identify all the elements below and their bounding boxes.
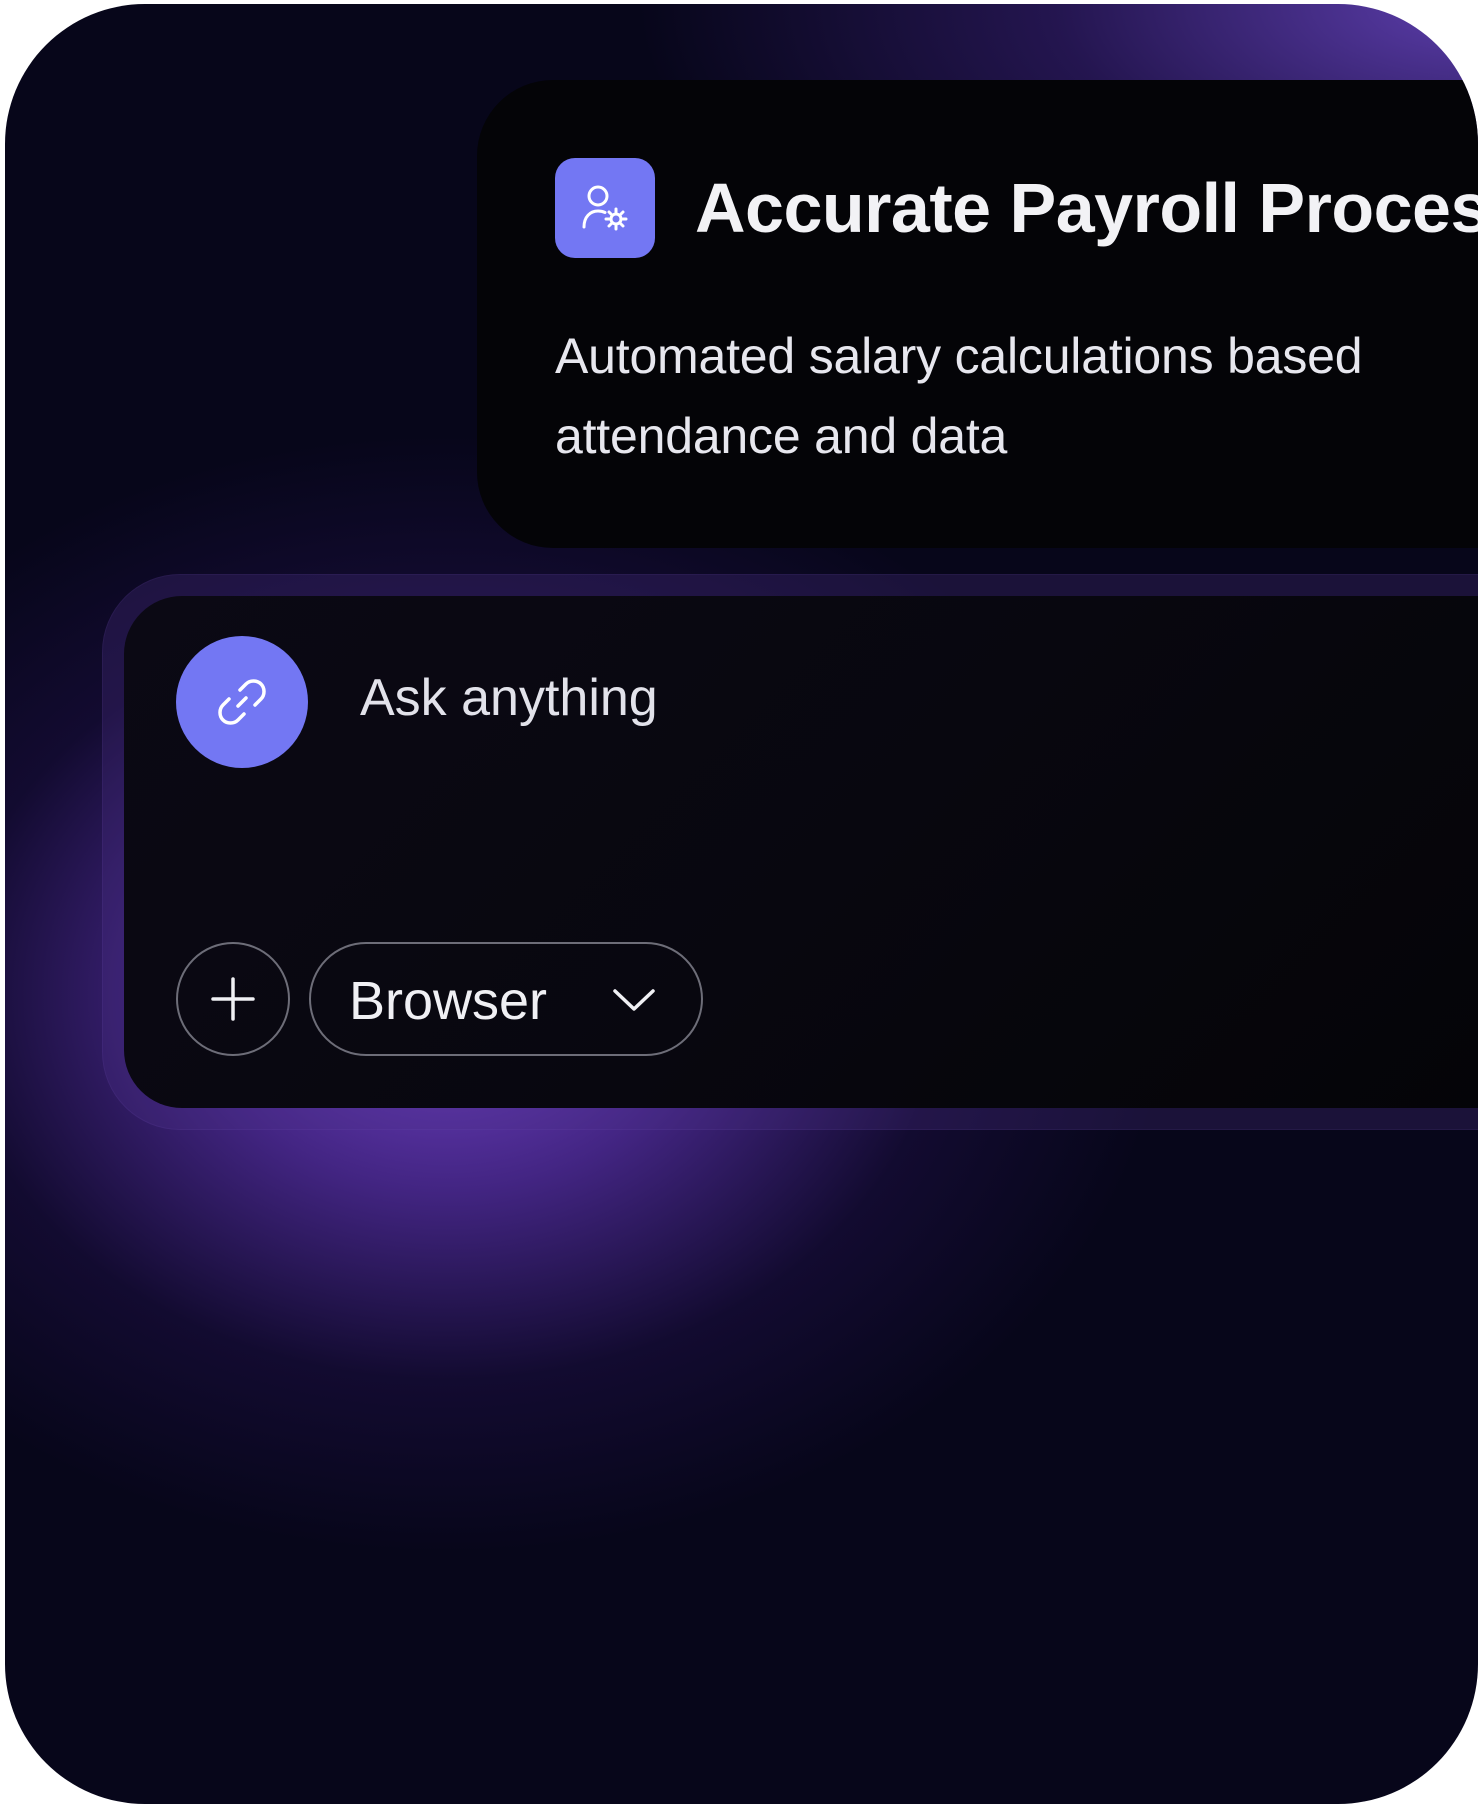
chevron-down-icon	[613, 989, 655, 1011]
app-frame: Accurate Payroll Processi Automated sala…	[5, 4, 1478, 1804]
chat-input-panel: Ask anything Browser	[102, 574, 1478, 1130]
link-icon[interactable]	[176, 636, 308, 768]
chat-input-placeholder[interactable]: Ask anything	[360, 668, 658, 728]
plus-icon	[211, 977, 255, 1021]
user-gear-icon	[555, 158, 655, 258]
feature-title: Accurate Payroll Processi	[695, 169, 1478, 247]
feature-card: Accurate Payroll Processi Automated sala…	[477, 80, 1478, 548]
add-button[interactable]	[176, 942, 290, 1056]
mode-select-value: Browser	[349, 971, 548, 1031]
mode-select[interactable]: Browser	[309, 942, 703, 1056]
feature-description: Automated salary calculations based atte…	[555, 328, 1363, 464]
chat-input-box[interactable]: Ask anything Browser	[124, 596, 1478, 1108]
